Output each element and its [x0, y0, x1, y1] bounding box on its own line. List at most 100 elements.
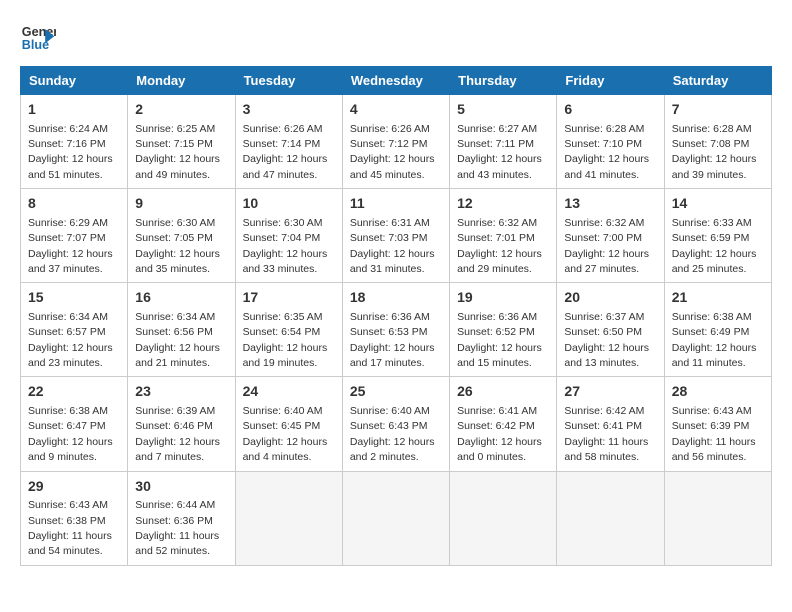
- day-info: Sunrise: 6:30 AMSunset: 7:04 PMDaylight:…: [243, 217, 328, 275]
- calendar-cell: [450, 471, 557, 565]
- calendar-cell: 27 Sunrise: 6:42 AMSunset: 6:41 PMDaylig…: [557, 377, 664, 471]
- day-number: 2: [135, 100, 227, 120]
- week-row-4: 22 Sunrise: 6:38 AMSunset: 6:47 PMDaylig…: [21, 377, 772, 471]
- calendar-cell: 3 Sunrise: 6:26 AMSunset: 7:14 PMDayligh…: [235, 95, 342, 189]
- day-info: Sunrise: 6:26 AMSunset: 7:14 PMDaylight:…: [243, 123, 328, 181]
- day-info: Sunrise: 6:38 AMSunset: 6:49 PMDaylight:…: [672, 311, 757, 369]
- calendar-cell: 28 Sunrise: 6:43 AMSunset: 6:39 PMDaylig…: [664, 377, 771, 471]
- logo: General Blue: [20, 20, 56, 56]
- day-info: Sunrise: 6:41 AMSunset: 6:42 PMDaylight:…: [457, 405, 542, 463]
- day-info: Sunrise: 6:33 AMSunset: 6:59 PMDaylight:…: [672, 217, 757, 275]
- day-info: Sunrise: 6:28 AMSunset: 7:08 PMDaylight:…: [672, 123, 757, 181]
- calendar-cell: 21 Sunrise: 6:38 AMSunset: 6:49 PMDaylig…: [664, 283, 771, 377]
- day-number: 29: [28, 477, 120, 497]
- column-header-friday: Friday: [557, 67, 664, 95]
- day-info: Sunrise: 6:34 AMSunset: 6:57 PMDaylight:…: [28, 311, 113, 369]
- day-number: 14: [672, 194, 764, 214]
- column-header-saturday: Saturday: [664, 67, 771, 95]
- day-info: Sunrise: 6:32 AMSunset: 7:01 PMDaylight:…: [457, 217, 542, 275]
- calendar-cell: 20 Sunrise: 6:37 AMSunset: 6:50 PMDaylig…: [557, 283, 664, 377]
- calendar-cell: 12 Sunrise: 6:32 AMSunset: 7:01 PMDaylig…: [450, 189, 557, 283]
- day-info: Sunrise: 6:28 AMSunset: 7:10 PMDaylight:…: [564, 123, 649, 181]
- day-number: 1: [28, 100, 120, 120]
- day-info: Sunrise: 6:30 AMSunset: 7:05 PMDaylight:…: [135, 217, 220, 275]
- page-header: General Blue: [20, 20, 772, 56]
- day-info: Sunrise: 6:38 AMSunset: 6:47 PMDaylight:…: [28, 405, 113, 463]
- calendar-cell: 8 Sunrise: 6:29 AMSunset: 7:07 PMDayligh…: [21, 189, 128, 283]
- week-row-3: 15 Sunrise: 6:34 AMSunset: 6:57 PMDaylig…: [21, 283, 772, 377]
- calendar-cell: 10 Sunrise: 6:30 AMSunset: 7:04 PMDaylig…: [235, 189, 342, 283]
- day-info: Sunrise: 6:26 AMSunset: 7:12 PMDaylight:…: [350, 123, 435, 181]
- day-number: 13: [564, 194, 656, 214]
- calendar-cell: 2 Sunrise: 6:25 AMSunset: 7:15 PMDayligh…: [128, 95, 235, 189]
- calendar-cell: 4 Sunrise: 6:26 AMSunset: 7:12 PMDayligh…: [342, 95, 449, 189]
- calendar-cell: 1 Sunrise: 6:24 AMSunset: 7:16 PMDayligh…: [21, 95, 128, 189]
- calendar-cell: 29 Sunrise: 6:43 AMSunset: 6:38 PMDaylig…: [21, 471, 128, 565]
- calendar-cell: 30 Sunrise: 6:44 AMSunset: 6:36 PMDaylig…: [128, 471, 235, 565]
- day-number: 26: [457, 382, 549, 402]
- day-info: Sunrise: 6:36 AMSunset: 6:52 PMDaylight:…: [457, 311, 542, 369]
- day-number: 10: [243, 194, 335, 214]
- day-info: Sunrise: 6:27 AMSunset: 7:11 PMDaylight:…: [457, 123, 542, 181]
- day-info: Sunrise: 6:39 AMSunset: 6:46 PMDaylight:…: [135, 405, 220, 463]
- calendar-cell: 19 Sunrise: 6:36 AMSunset: 6:52 PMDaylig…: [450, 283, 557, 377]
- day-number: 25: [350, 382, 442, 402]
- day-number: 28: [672, 382, 764, 402]
- day-number: 5: [457, 100, 549, 120]
- calendar-cell: [557, 471, 664, 565]
- day-info: Sunrise: 6:24 AMSunset: 7:16 PMDaylight:…: [28, 123, 113, 181]
- day-info: Sunrise: 6:25 AMSunset: 7:15 PMDaylight:…: [135, 123, 220, 181]
- day-number: 3: [243, 100, 335, 120]
- day-number: 9: [135, 194, 227, 214]
- day-number: 8: [28, 194, 120, 214]
- day-info: Sunrise: 6:36 AMSunset: 6:53 PMDaylight:…: [350, 311, 435, 369]
- day-info: Sunrise: 6:43 AMSunset: 6:38 PMDaylight:…: [28, 499, 112, 557]
- calendar-cell: 24 Sunrise: 6:40 AMSunset: 6:45 PMDaylig…: [235, 377, 342, 471]
- day-info: Sunrise: 6:40 AMSunset: 6:43 PMDaylight:…: [350, 405, 435, 463]
- day-info: Sunrise: 6:42 AMSunset: 6:41 PMDaylight:…: [564, 405, 648, 463]
- calendar-cell: 23 Sunrise: 6:39 AMSunset: 6:46 PMDaylig…: [128, 377, 235, 471]
- column-header-sunday: Sunday: [21, 67, 128, 95]
- calendar-cell: 22 Sunrise: 6:38 AMSunset: 6:47 PMDaylig…: [21, 377, 128, 471]
- day-info: Sunrise: 6:32 AMSunset: 7:00 PMDaylight:…: [564, 217, 649, 275]
- calendar-cell: 7 Sunrise: 6:28 AMSunset: 7:08 PMDayligh…: [664, 95, 771, 189]
- calendar-cell: [342, 471, 449, 565]
- calendar-cell: 14 Sunrise: 6:33 AMSunset: 6:59 PMDaylig…: [664, 189, 771, 283]
- day-info: Sunrise: 6:40 AMSunset: 6:45 PMDaylight:…: [243, 405, 328, 463]
- day-number: 20: [564, 288, 656, 308]
- column-header-tuesday: Tuesday: [235, 67, 342, 95]
- calendar-cell: 9 Sunrise: 6:30 AMSunset: 7:05 PMDayligh…: [128, 189, 235, 283]
- week-row-2: 8 Sunrise: 6:29 AMSunset: 7:07 PMDayligh…: [21, 189, 772, 283]
- day-number: 16: [135, 288, 227, 308]
- calendar-cell: [235, 471, 342, 565]
- day-number: 15: [28, 288, 120, 308]
- day-number: 30: [135, 477, 227, 497]
- day-info: Sunrise: 6:31 AMSunset: 7:03 PMDaylight:…: [350, 217, 435, 275]
- calendar-cell: 6 Sunrise: 6:28 AMSunset: 7:10 PMDayligh…: [557, 95, 664, 189]
- day-number: 22: [28, 382, 120, 402]
- day-number: 23: [135, 382, 227, 402]
- day-number: 18: [350, 288, 442, 308]
- week-row-5: 29 Sunrise: 6:43 AMSunset: 6:38 PMDaylig…: [21, 471, 772, 565]
- day-number: 21: [672, 288, 764, 308]
- column-header-monday: Monday: [128, 67, 235, 95]
- day-number: 7: [672, 100, 764, 120]
- week-row-1: 1 Sunrise: 6:24 AMSunset: 7:16 PMDayligh…: [21, 95, 772, 189]
- day-info: Sunrise: 6:35 AMSunset: 6:54 PMDaylight:…: [243, 311, 328, 369]
- calendar-cell: 15 Sunrise: 6:34 AMSunset: 6:57 PMDaylig…: [21, 283, 128, 377]
- calendar-cell: 25 Sunrise: 6:40 AMSunset: 6:43 PMDaylig…: [342, 377, 449, 471]
- calendar-cell: 16 Sunrise: 6:34 AMSunset: 6:56 PMDaylig…: [128, 283, 235, 377]
- calendar-cell: 17 Sunrise: 6:35 AMSunset: 6:54 PMDaylig…: [235, 283, 342, 377]
- column-header-thursday: Thursday: [450, 67, 557, 95]
- day-number: 24: [243, 382, 335, 402]
- calendar-cell: 11 Sunrise: 6:31 AMSunset: 7:03 PMDaylig…: [342, 189, 449, 283]
- day-number: 17: [243, 288, 335, 308]
- logo-icon: General Blue: [20, 20, 56, 56]
- day-number: 12: [457, 194, 549, 214]
- calendar-cell: 5 Sunrise: 6:27 AMSunset: 7:11 PMDayligh…: [450, 95, 557, 189]
- column-header-wednesday: Wednesday: [342, 67, 449, 95]
- header-row: SundayMondayTuesdayWednesdayThursdayFrid…: [21, 67, 772, 95]
- day-number: 27: [564, 382, 656, 402]
- day-number: 11: [350, 194, 442, 214]
- day-info: Sunrise: 6:34 AMSunset: 6:56 PMDaylight:…: [135, 311, 220, 369]
